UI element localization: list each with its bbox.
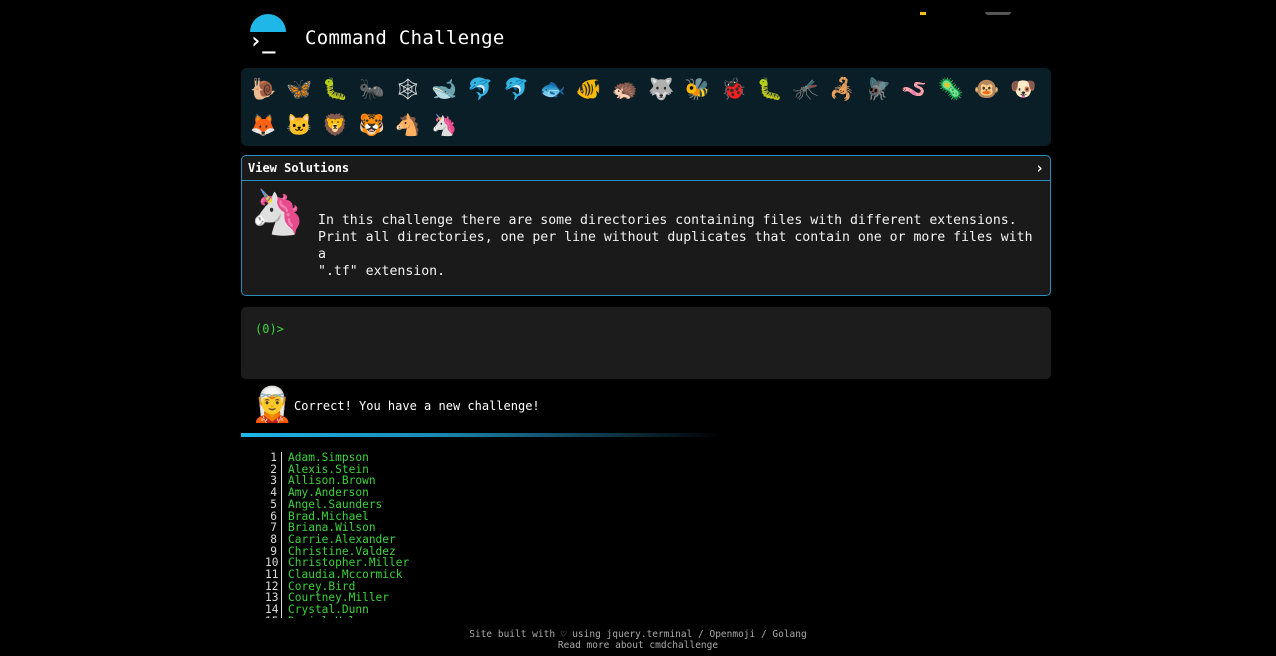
hedgehog-icon[interactable]: 🦔 (607, 71, 643, 107)
view-solutions-label: View Solutions (248, 161, 350, 175)
ladybug-icon[interactable]: 🐞 (715, 71, 751, 107)
challenge-body: 🦄 In this challenge there are some direc… (242, 181, 1050, 295)
line-number: 11 (265, 569, 282, 581)
mosquito-icon[interactable]: 🦟 (788, 71, 824, 107)
site-header: ›_ Command Challenge (241, 12, 1051, 64)
whale-icon[interactable]: 🐋 (426, 71, 462, 107)
worm-icon[interactable]: 🐛 (752, 71, 788, 107)
cat-icon[interactable]: 🐱 (281, 107, 317, 143)
result-message: Correct! You have a new challenge! (294, 399, 540, 413)
snail-icon[interactable]: 🐌 (245, 71, 281, 107)
line-number: 8 (265, 534, 282, 546)
challenge-icon-bar: 🐌 🦋 🐛 🐜 🕸 🐋 🐬 🐬 🐟 🐠 🦔 🐺 🐝 🐞 🐛 🦟 🦂 🪰 🪱 🦠 🐵 🐶 🦊 🐱 🦁 🐯 🐴 🦄 (241, 68, 1051, 146)
terminal-logo-icon[interactable]: ›_ (247, 14, 289, 56)
chevron-right-icon: › (1034, 159, 1044, 177)
lion-icon[interactable]: 🦁 (317, 107, 353, 143)
monkey-icon[interactable]: 🐵 (969, 71, 1005, 107)
fly-icon[interactable]: 🪰 (860, 71, 896, 107)
listing-row: 1 Adam.Simpson (265, 452, 565, 464)
line-number: 5 (265, 499, 282, 511)
line-number: 15 (265, 616, 282, 618)
challenge-description: In this challenge there are some directo… (318, 213, 1033, 279)
footer: Site built with ♡ using jquery.terminal … (0, 629, 1276, 651)
earthworm-icon[interactable]: 🪱 (896, 71, 932, 107)
progress-bar (241, 433, 721, 437)
view-solutions-toggle[interactable]: View Solutions › (242, 156, 1050, 181)
directory-name: Carrie.Alexander (288, 532, 396, 546)
microbe-icon[interactable]: 🦠 (933, 71, 969, 107)
caterpillar-icon[interactable]: 🐛 (317, 71, 353, 107)
solutions-panel: View Solutions › 🦄 In this challenge the… (241, 155, 1051, 296)
grey-indicator (985, 12, 1011, 15)
butterfly-icon[interactable]: 🦋 (281, 71, 317, 107)
tropical-fish-icon[interactable]: 🐠 (571, 71, 607, 107)
horse-icon[interactable]: 🐴 (390, 107, 426, 143)
site-title[interactable]: Command Challenge (305, 27, 505, 49)
bee-icon[interactable]: 🐝 (679, 71, 715, 107)
output-listing: 1 Adam.Simpson 2 Alexis.Stein 3 Allison.Brown… (265, 452, 565, 618)
unicorn-icon: 🦄 (250, 187, 305, 238)
directory-name: Adam.Simpson (288, 452, 369, 464)
spider-web-icon[interactable]: 🕸 (390, 71, 426, 107)
fish-icon[interactable]: 🐟 (535, 71, 571, 107)
directory-name: Claudia.Mccormick (288, 568, 403, 582)
yellow-indicator (920, 12, 926, 15)
elf-icon: 🧝 (251, 385, 294, 425)
dog-icon[interactable]: 🐶 (1005, 71, 1041, 107)
shark-icon[interactable]: 🐬 (498, 71, 534, 107)
ant-icon[interactable]: 🐜 (354, 71, 390, 107)
scorpion-icon[interactable]: 🦂 (824, 71, 860, 107)
directory-name: Angel.Saunders (288, 497, 383, 511)
listing-row: 15Daniel.Hale (265, 616, 565, 618)
terminal-input[interactable]: (0)> (241, 307, 1051, 379)
tiger-icon[interactable]: 🐯 (354, 107, 390, 143)
footer-credits[interactable]: Site built with ♡ using jquery.terminal … (0, 629, 1276, 640)
unicorn-icon[interactable]: 🦄 (426, 107, 462, 143)
directory-name: Daniel.Hale (282, 616, 362, 618)
result-row: 🧝 Correct! You have a new challenge! (241, 386, 1051, 430)
wolf-icon[interactable]: 🐺 (643, 71, 679, 107)
logo-prompt: ›_ (249, 29, 276, 54)
terminal-prompt: (0)> (255, 322, 284, 336)
footer-read-more-link[interactable]: Read more about cmdchallenge (0, 640, 1276, 651)
listing-row: 5 Angel.Saunders (265, 499, 565, 511)
fox-icon[interactable]: 🦊 (245, 107, 281, 143)
listing-row: 8 Carrie.Alexander (265, 534, 565, 546)
line-number: 1 (265, 452, 282, 464)
dolphin-icon[interactable]: 🐬 (462, 71, 498, 107)
listing-row: 11 Claudia.Mccormick (265, 569, 565, 581)
